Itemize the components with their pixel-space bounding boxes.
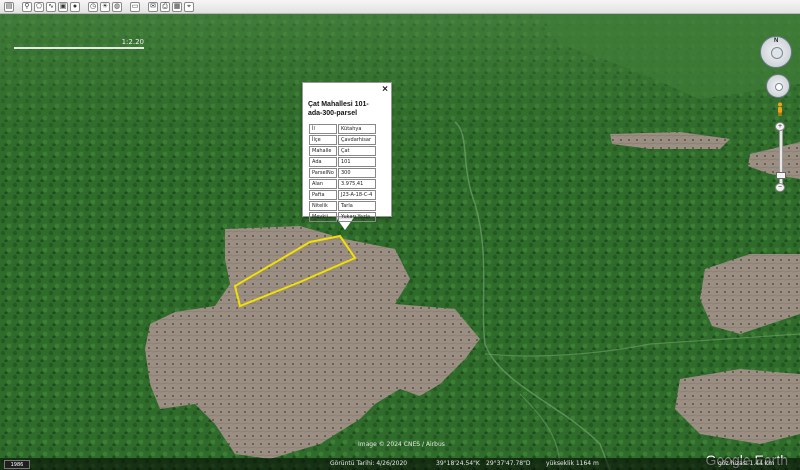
attribute-key: İlçe bbox=[309, 134, 337, 145]
imagery-date: Görüntü Tarihi: 4/26/2020 bbox=[330, 460, 408, 467]
pegman-icon[interactable] bbox=[776, 102, 784, 116]
attribute-row: ParselNo 300 bbox=[309, 167, 376, 178]
image-overlay-icon[interactable]: ▣ bbox=[58, 1, 68, 12]
attribute-value: J23-A-18-C-4 bbox=[338, 189, 376, 200]
imagery-attribution: Image © 2024 CNES / Airbus bbox=[358, 441, 445, 448]
zoom-thumb[interactable] bbox=[776, 172, 786, 179]
historical-year-badge[interactable]: 1986 bbox=[4, 460, 30, 469]
attribute-row: Nitelik Tarla bbox=[309, 200, 376, 211]
satellite-imagery bbox=[0, 14, 800, 470]
compass-control[interactable]: N bbox=[760, 36, 792, 68]
email-icon[interactable]: ✉ bbox=[148, 1, 158, 12]
eye-altitude-readout: göz hizası 1.44 km bbox=[718, 460, 775, 467]
polygon-icon[interactable]: ⬠ bbox=[34, 1, 44, 12]
look-joystick-icon[interactable] bbox=[775, 83, 783, 91]
attribute-value: Çat bbox=[338, 145, 376, 156]
attribute-key: Alan bbox=[309, 178, 337, 189]
close-icon[interactable]: × bbox=[382, 84, 388, 95]
attribute-row: Pafta J23-A-18-C-4 bbox=[309, 189, 376, 200]
compass-center[interactable] bbox=[771, 47, 783, 59]
historical-imagery-icon[interactable]: ◷ bbox=[88, 1, 98, 12]
scale-legend: 1:2.20 bbox=[14, 38, 144, 50]
attribute-key: İl bbox=[309, 123, 337, 134]
scale-label: 1:2.20 bbox=[121, 38, 144, 46]
attribute-key: Mahalle bbox=[309, 145, 337, 156]
look-control[interactable] bbox=[766, 74, 790, 98]
attribute-key: ParselNo bbox=[309, 167, 337, 178]
attribute-key: Pafta bbox=[309, 189, 337, 200]
record-tour-icon[interactable]: ● bbox=[70, 1, 80, 12]
attribute-row: Mahalle Çat bbox=[309, 145, 376, 156]
earth-view[interactable]: 1:2.20 N + − Image © 2024 CNES / Airbus … bbox=[0, 14, 800, 470]
toolbar: ▤ ⚲ ⬠ ∿ ▣ ● ◷ ☀ ◍ ▭ ✉ ⎙ ▦ ⌖ bbox=[0, 0, 800, 14]
elevation-readout: yükseklik 1164 m bbox=[546, 460, 599, 467]
save-image-icon[interactable]: ▦ bbox=[172, 1, 182, 12]
parcel-attributes-table: İl Kütahya İlçe Çavdarhisar Mahalle Çat Ada 101… bbox=[308, 123, 377, 223]
attribute-row: İl Kütahya bbox=[309, 123, 376, 134]
attribute-value: Kütahya bbox=[338, 123, 376, 134]
attribute-row: İlçe Çavdarhisar bbox=[309, 134, 376, 145]
attribute-value: 3.975,41 bbox=[338, 178, 376, 189]
sun-icon[interactable]: ☀ bbox=[100, 1, 110, 12]
scale-line bbox=[14, 47, 144, 49]
maps-icon[interactable]: ⌖ bbox=[184, 1, 194, 12]
ruler-icon[interactable]: ▭ bbox=[130, 1, 140, 12]
north-indicator-icon: N bbox=[774, 38, 779, 44]
attribute-value: Yukarı Yazla bbox=[338, 211, 376, 222]
path-icon[interactable]: ∿ bbox=[46, 1, 56, 12]
attribute-row: Ada 101 bbox=[309, 156, 376, 167]
zoom-slider[interactable]: + − bbox=[775, 122, 786, 192]
balloon-title: Çat Mahallesi 101-ada-300-parsel bbox=[308, 101, 369, 117]
attribute-value: Çavdarhisar bbox=[338, 134, 376, 145]
latitude-readout: 39°18'24.54"K bbox=[436, 460, 480, 467]
attribute-value: 300 bbox=[338, 167, 376, 178]
attribute-key: Mevkii bbox=[309, 211, 337, 222]
attribute-key: Nitelik bbox=[309, 200, 337, 211]
sidebar-toggle-icon[interactable]: ▤ bbox=[4, 1, 14, 12]
attribute-row: Alan 3.975,41 bbox=[309, 178, 376, 189]
attribute-value: Tarla bbox=[338, 200, 376, 211]
placemark-icon[interactable]: ⚲ bbox=[22, 1, 32, 12]
attribute-key: Ada bbox=[309, 156, 337, 167]
attribute-value: 101 bbox=[338, 156, 376, 167]
zoom-out-button[interactable]: − bbox=[775, 183, 785, 192]
info-balloon: × Çat Mahallesi 101-ada-300-parsel İl Küt… bbox=[302, 82, 392, 222]
attribute-row: Mevkii Yukarı Yazla bbox=[309, 211, 376, 222]
longitude-readout: 29°37'47.78"D bbox=[486, 460, 531, 467]
status-bar: 1986 Görüntü Tarihi: 4/26/2020 39°18'24.… bbox=[0, 458, 800, 470]
planets-icon[interactable]: ◍ bbox=[112, 1, 122, 12]
print-icon[interactable]: ⎙ bbox=[160, 1, 170, 12]
